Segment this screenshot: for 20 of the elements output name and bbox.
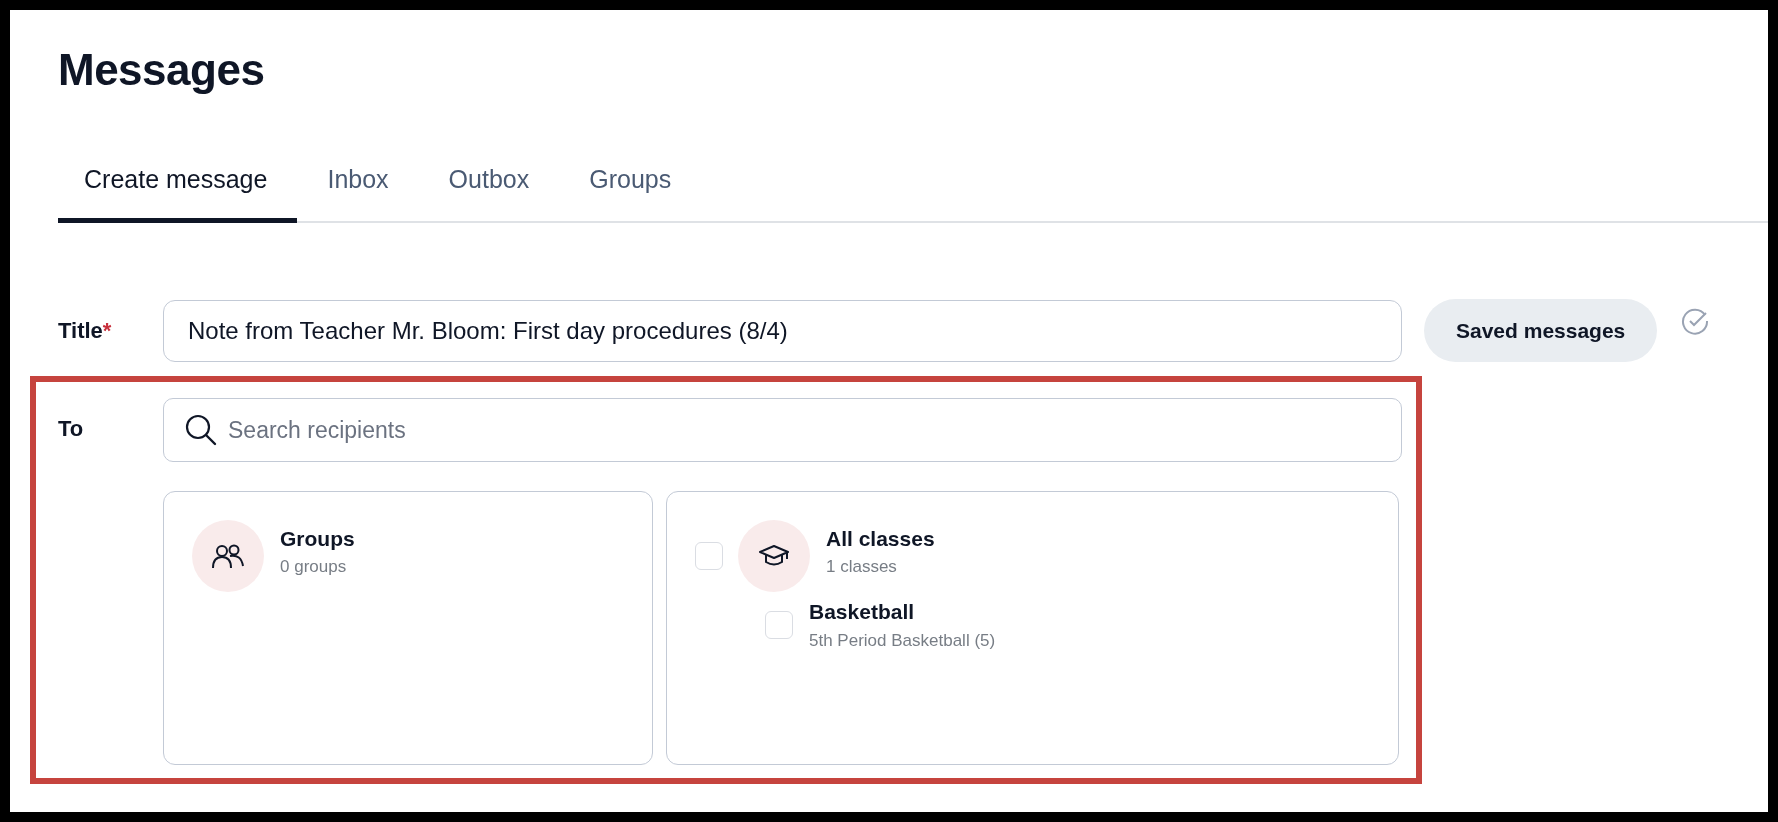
page-heading: Messages (58, 44, 266, 96)
checkbox[interactable] (695, 542, 723, 571)
check-icon (1681, 307, 1710, 336)
card-title: All classes (826, 525, 935, 552)
class-detail: 5th Period Basketball (5) (809, 629, 996, 652)
tab[interactable]: Inbox (297, 152, 419, 224)
title-field[interactable]: Note from Teacher Mr. Bloom: First day procedures (8/4) (163, 299, 1402, 362)
card-subtitle: 0 groups (280, 556, 348, 579)
search-field[interactable]: Search recipients (163, 398, 1402, 463)
people-icon (211, 542, 245, 571)
saved-messages-button[interactable]: Saved messages (1424, 299, 1658, 363)
checkbox[interactable] (765, 610, 793, 639)
tab[interactable]: Outbox (418, 152, 560, 224)
tab[interactable]: Groups (559, 152, 702, 224)
field-label: To (58, 415, 85, 444)
tab[interactable]: Create message (58, 152, 298, 224)
card-title: Groups (280, 525, 355, 552)
class-name: Basketball (809, 599, 916, 626)
field-label: Title* (58, 317, 113, 346)
card-subtitle: 1 classes (826, 556, 898, 579)
